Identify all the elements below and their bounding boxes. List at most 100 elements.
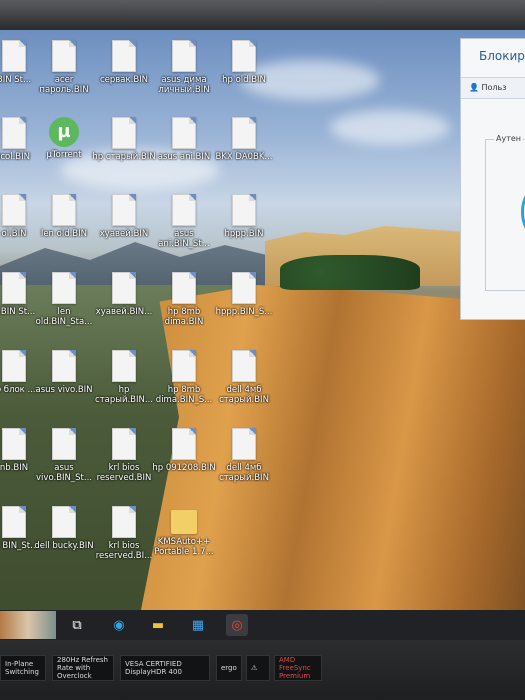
desktop-icon[interactable]: dell bucky.BIN <box>32 506 96 551</box>
desktop-icon[interactable]: µ µTorrent <box>32 117 96 160</box>
desktop-icon-label: acer пароль.BIN <box>39 75 89 95</box>
file-icon <box>52 506 76 538</box>
taskbar-thumbnail[interactable] <box>0 611 56 639</box>
user-label: Польз <box>481 83 507 92</box>
file-icon <box>52 194 76 226</box>
desktop-icon[interactable]: хуавей.BIN <box>92 194 156 239</box>
desktop-icon[interactable]: asus дима личный.BIN <box>152 40 216 95</box>
desktop-icon-label: len old.BIN <box>40 229 88 239</box>
file-icon <box>232 194 256 226</box>
desktop-icon[interactable]: asus ani.BIN_St... <box>152 194 216 249</box>
user-row[interactable]: 👤 Польз <box>461 77 525 99</box>
file-icon <box>172 40 196 72</box>
desktop-icon[interactable]: hp старый.BIN... <box>92 350 156 405</box>
file-explorer-icon[interactable]: ▬ <box>147 614 169 636</box>
wallpaper-trees <box>280 255 420 290</box>
sticker-warning: ⚠ <box>246 655 270 681</box>
desktop-icon[interactable]: len old.BIN_Sta... <box>32 272 96 327</box>
desktop-icon-label: len old.BIN_Sta... <box>35 307 93 327</box>
desktop-icon[interactable]: hp 8mb dima.BIN_S... <box>152 350 216 405</box>
desktop-icon-label: dell 4мб старый.BIN <box>219 463 269 483</box>
file-icon <box>2 506 26 538</box>
folder-icon <box>171 510 197 534</box>
desktop-icon-label: сервак.BIN <box>99 75 149 85</box>
desktop-icon-label: хуавей.BIN <box>99 229 149 239</box>
file-icon <box>112 117 136 149</box>
sticker-ips: In-Plane Switching <box>0 655 46 681</box>
desktop-icon[interactable]: KMSAuto++ Portable 1.7... <box>152 506 216 557</box>
desktop-icon-label: krl bios reserved.BI... <box>95 541 153 561</box>
desktop-icon[interactable]: krl bios reserved.BI... <box>92 506 156 561</box>
file-icon <box>112 194 136 226</box>
sticker-hdr: VESA CERTIFIED DisplayHDR 400 <box>120 655 210 681</box>
edge-icon[interactable]: ◉ <box>108 614 130 636</box>
file-icon <box>112 506 136 538</box>
file-icon <box>172 428 196 460</box>
file-icon <box>172 272 196 304</box>
store-icon[interactable]: ▦ <box>187 614 209 636</box>
desktop-icon[interactable]: hppp.BIN <box>212 194 276 239</box>
desktop-icon-label: hppp.BIN_S... <box>215 307 273 317</box>
desktop-icon-label: asus дима личный.BIN <box>158 75 210 95</box>
chrome-icon[interactable]: ◎ <box>226 614 248 636</box>
monitor-bezel-top <box>0 0 525 30</box>
file-icon <box>2 40 26 72</box>
dialog-title: Блокиро <box>479 49 525 63</box>
file-icon <box>52 40 76 72</box>
desktop-icon[interactable]: krl bios reserved.BIN <box>92 428 156 483</box>
file-icon <box>2 350 26 382</box>
desktop-icon-label: hp старый.BIN... <box>95 385 153 405</box>
file-icon <box>172 194 196 226</box>
desktop-icon[interactable]: acer пароль.BIN <box>32 40 96 95</box>
file-icon <box>112 272 136 304</box>
desktop-icon-label: hp old.BIN <box>222 75 266 85</box>
file-icon <box>2 272 26 304</box>
desktop-icon[interactable]: сервак.BIN <box>92 40 156 85</box>
utorrent-icon: µ <box>49 117 79 147</box>
desktop-icon-label: krl bios reserved.BIN <box>96 463 152 483</box>
file-icon <box>232 350 256 382</box>
file-icon <box>52 272 76 304</box>
desktop-icon-label: dell 4мб старый.BIN <box>219 385 269 405</box>
desktop-icon-label: hp старый.BIN <box>92 152 156 162</box>
desktop-icon-label: asus ani.BIN <box>157 152 211 162</box>
desktop-icon-label: hp 8mb dima.BIN_S... <box>155 385 213 405</box>
desktop-icon-label: asus vivo.BIN_St... <box>36 463 92 483</box>
sticker-refresh: 280Hz Refresh Rate with Overclock <box>52 655 114 681</box>
desktop-icon[interactable]: hp 091208.BIN <box>152 428 216 473</box>
desktop-icon-label: hp 091208.BIN <box>152 463 216 473</box>
user-icon: 👤 <box>469 83 479 92</box>
file-icon <box>232 428 256 460</box>
desktop-icon[interactable]: dell 4мб старый.BIN <box>212 428 276 483</box>
desktop-icon-label: KMSAuto++ Portable 1.7... <box>154 537 214 557</box>
desktop-icon[interactable]: BKX DA0BK... <box>212 117 276 162</box>
sticker-ergo: ergo <box>216 655 242 681</box>
desktop-icon-label: µTorrent <box>46 150 82 160</box>
file-icon <box>2 428 26 460</box>
desktop-icon[interactable]: hp старый.BIN <box>92 117 156 162</box>
file-icon <box>232 272 256 304</box>
desktop-icon-label: BKX DA0BK... <box>215 152 273 162</box>
file-icon <box>172 117 196 149</box>
file-icon <box>52 350 76 382</box>
desktop-icon[interactable]: len old.BIN <box>32 194 96 239</box>
desktop-icon-label: hppp.BIN <box>224 229 264 239</box>
file-icon <box>232 40 256 72</box>
desktop-icon[interactable]: hp old.BIN <box>212 40 276 85</box>
file-icon <box>232 117 256 149</box>
desktop-icon[interactable]: asus vivo.BIN_St... <box>32 428 96 483</box>
auth-group: Аутен <box>485 134 525 291</box>
desktop-icon[interactable]: hppp.BIN_S... <box>212 272 276 317</box>
desktop-icon[interactable]: dell 4мб старый.BIN <box>212 350 276 405</box>
desktop-icon[interactable]: asus ani.BIN <box>152 117 216 162</box>
sticker-freesync: AMD FreeSync Premium <box>274 655 322 681</box>
file-icon <box>2 117 26 149</box>
desktop-icon-label: dell bucky.BIN <box>34 541 94 551</box>
desktop-icon[interactable]: asus vivo.BIN <box>32 350 96 395</box>
desktop-icon-label: asus vivo.BIN <box>35 385 93 395</box>
desktop-icon[interactable]: хуавей.BIN... <box>92 272 156 317</box>
task-view-icon[interactable]: ⧉ <box>66 614 88 636</box>
desktop-icon-label: asus ani.BIN_St... <box>158 229 210 249</box>
lock-dialog[interactable]: Блокиро 👤 Польз Аутен <box>460 38 525 320</box>
desktop-icon[interactable]: hp 8mb dima.BIN <box>152 272 216 327</box>
